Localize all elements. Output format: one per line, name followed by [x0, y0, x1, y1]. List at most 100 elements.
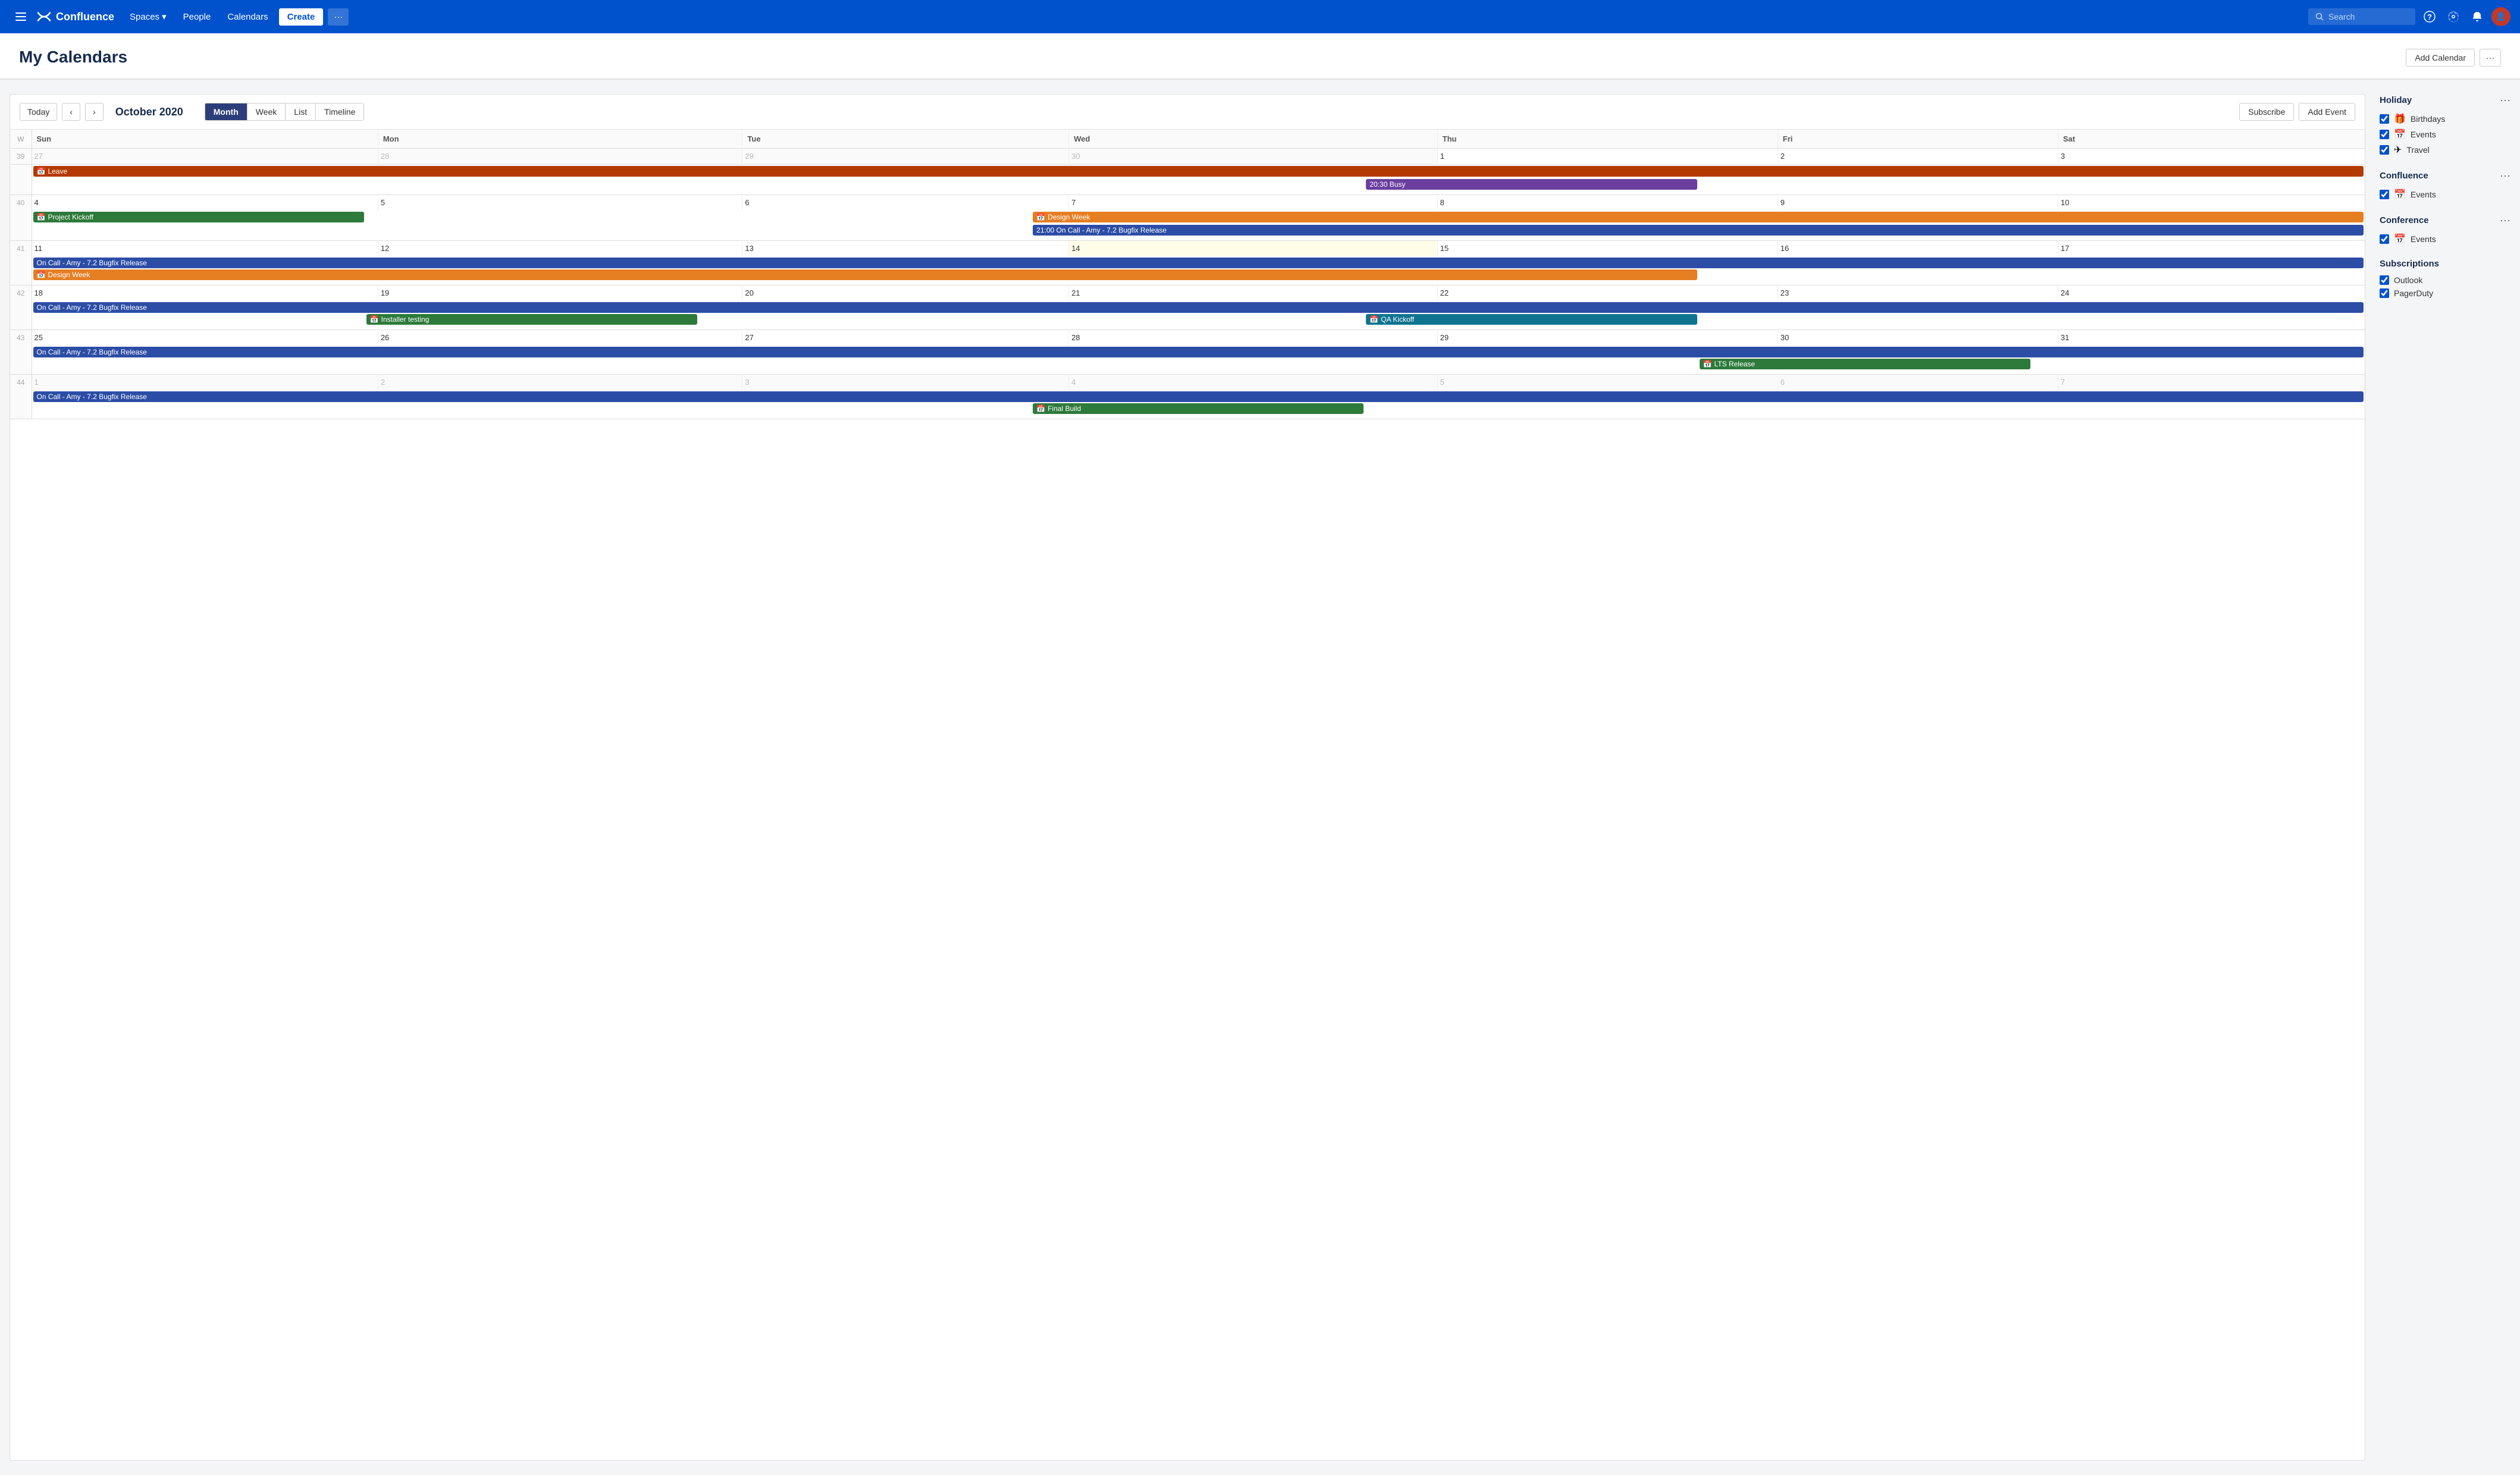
day-cell[interactable]: 27	[32, 149, 378, 165]
week-col-header: W	[10, 130, 32, 149]
day-cell[interactable]: 11	[32, 241, 378, 257]
prev-button[interactable]: ‹	[62, 103, 80, 121]
add-event-button[interactable]: Add Event	[2299, 103, 2355, 121]
more-nav-button[interactable]: ···	[328, 8, 349, 26]
day-cell[interactable]: 2	[378, 375, 742, 391]
user-avatar[interactable]: 👤	[2491, 7, 2510, 26]
day-cell[interactable]: 18	[32, 285, 378, 302]
day-cell[interactable]: 2	[1778, 149, 2058, 165]
day-cell[interactable]: 13	[742, 241, 1069, 257]
day-cell[interactable]: 29	[1437, 330, 1778, 346]
add-calendar-button[interactable]: Add Calendar	[2406, 49, 2475, 67]
day-cell[interactable]: 6	[742, 195, 1069, 211]
holiday-more-button[interactable]: ···	[2500, 94, 2510, 106]
search-input[interactable]	[2328, 12, 2400, 21]
day-cell[interactable]: 1	[32, 375, 378, 391]
confluence-events-checkbox[interactable]	[2380, 190, 2389, 199]
design-week-event[interactable]: 📅 Design Week	[1033, 212, 2364, 222]
day-cell[interactable]: 4	[1069, 375, 1438, 391]
day-cell[interactable]: 28	[1069, 330, 1438, 346]
holiday-events-checkbox[interactable]	[2380, 130, 2389, 139]
subscribe-button[interactable]: Subscribe	[2239, 103, 2294, 121]
day-cell[interactable]: 19	[378, 285, 742, 302]
day-cell[interactable]: 22	[1437, 285, 1778, 302]
next-button[interactable]: ›	[85, 103, 104, 121]
day-cell[interactable]: 16	[1778, 241, 2058, 257]
day-cell[interactable]: 15	[1437, 241, 1778, 257]
oncall-event-42[interactable]: On Call - Amy - 7.2 Bugfix Release	[33, 302, 2364, 313]
help-button[interactable]: ?	[2420, 7, 2439, 26]
day-cell[interactable]: 26	[378, 330, 742, 346]
today-button[interactable]: Today	[20, 103, 57, 121]
day-cell[interactable]: 30	[1778, 330, 2058, 346]
confluence-more-button[interactable]: ···	[2500, 170, 2510, 182]
day-cell[interactable]: 21	[1069, 285, 1438, 302]
day-cell[interactable]: 8	[1437, 195, 1778, 211]
spaces-menu-button[interactable]: Spaces ▾	[124, 8, 173, 26]
page-header: My Calendars Add Calendar ···	[0, 33, 2520, 80]
design-week-event-41[interactable]: 📅 Design Week	[33, 269, 1697, 280]
birthdays-checkbox[interactable]	[2380, 114, 2389, 124]
pagerduty-checkbox[interactable]	[2380, 288, 2389, 298]
qa-kickoff-event[interactable]: 📅 QA Kickoff	[1366, 314, 1697, 325]
day-cell[interactable]: 5	[1437, 375, 1778, 391]
outlook-checkbox[interactable]	[2380, 275, 2389, 285]
week-number: 42	[10, 285, 32, 302]
day-cell[interactable]: 6	[1778, 375, 2058, 391]
search-box[interactable]	[2308, 8, 2415, 25]
event-label: On Call - Amy - 7.2 Bugfix Release	[37, 259, 147, 267]
notifications-button[interactable]	[2468, 7, 2487, 26]
oncall-event-44[interactable]: On Call - Amy - 7.2 Bugfix Release	[33, 391, 2364, 402]
timeline-view-button[interactable]: Timeline	[316, 103, 363, 120]
day-cell[interactable]: 28	[378, 149, 742, 165]
day-cell[interactable]: 17	[2058, 241, 2365, 257]
settings-button[interactable]	[2444, 7, 2463, 26]
oncall-event[interactable]: 21:00 On Call - Amy - 7.2 Bugfix Release	[1033, 225, 2364, 236]
leave-event[interactable]: 📅 Leave	[33, 166, 2364, 177]
oncall-event-43[interactable]: On Call - Amy - 7.2 Bugfix Release	[33, 347, 2364, 357]
events-row: On Call - Amy - 7.2 Bugfix Release 📅 Fin…	[10, 390, 2365, 419]
today-cell[interactable]: 14	[1069, 241, 1438, 257]
day-cell[interactable]: 9	[1778, 195, 2058, 211]
day-cell[interactable]: 25	[32, 330, 378, 346]
people-nav-button[interactable]: People	[177, 8, 217, 26]
installer-testing-event[interactable]: 📅 Installer testing	[366, 314, 697, 325]
day-cell[interactable]: 24	[2058, 285, 2365, 302]
day-cell[interactable]: 7	[2058, 375, 2365, 391]
more-options-button[interactable]: ···	[2480, 49, 2501, 67]
confluence-logo[interactable]: Confluence	[37, 10, 114, 24]
calendars-nav-button[interactable]: Calendars	[221, 8, 274, 26]
day-cell[interactable]: 5	[378, 195, 742, 211]
oncall-event-41[interactable]: On Call - Amy - 7.2 Bugfix Release	[33, 258, 2364, 268]
conference-more-button[interactable]: ···	[2500, 214, 2510, 227]
travel-checkbox[interactable]	[2380, 145, 2389, 155]
hamburger-menu-button[interactable]	[10, 9, 32, 24]
day-cell[interactable]: 23	[1778, 285, 2058, 302]
day-cell[interactable]: 12	[378, 241, 742, 257]
day-cell[interactable]: 7	[1069, 195, 1438, 211]
day-cell[interactable]: 4	[32, 195, 378, 211]
day-cell[interactable]: 30	[1069, 149, 1438, 165]
list-view-button[interactable]: List	[286, 103, 316, 120]
day-cell[interactable]: 1	[1437, 149, 1778, 165]
project-kickoff-event[interactable]: 📅 Project Kickoff	[33, 212, 364, 222]
create-button[interactable]: Create	[279, 8, 324, 26]
sun-col-header: Sun	[32, 130, 378, 149]
day-cell[interactable]: 27	[742, 330, 1069, 346]
final-build-event[interactable]: 📅 Final Build	[1033, 403, 1364, 414]
week-view-button[interactable]: Week	[247, 103, 286, 120]
events-row: On Call - Amy - 7.2 Bugfix Release 📅 Ins…	[10, 301, 2365, 330]
day-cell[interactable]: 29	[742, 149, 1069, 165]
day-num: 15	[1440, 244, 1449, 253]
busy-event[interactable]: 20:30 Busy	[1366, 179, 1697, 190]
month-view-button[interactable]: Month	[205, 103, 247, 120]
day-cell[interactable]: 10	[2058, 195, 2365, 211]
lts-release-event[interactable]: 📅 LTS Release	[1700, 359, 2030, 369]
conference-events-checkbox[interactable]	[2380, 234, 2389, 244]
holiday-events-label: Events	[2411, 130, 2436, 139]
day-cell[interactable]: 31	[2058, 330, 2365, 346]
day-cell[interactable]: 3	[742, 375, 1069, 391]
day-cell[interactable]: 3	[2058, 149, 2365, 165]
view-selector: Month Week List Timeline	[205, 103, 365, 121]
day-cell[interactable]: 20	[742, 285, 1069, 302]
